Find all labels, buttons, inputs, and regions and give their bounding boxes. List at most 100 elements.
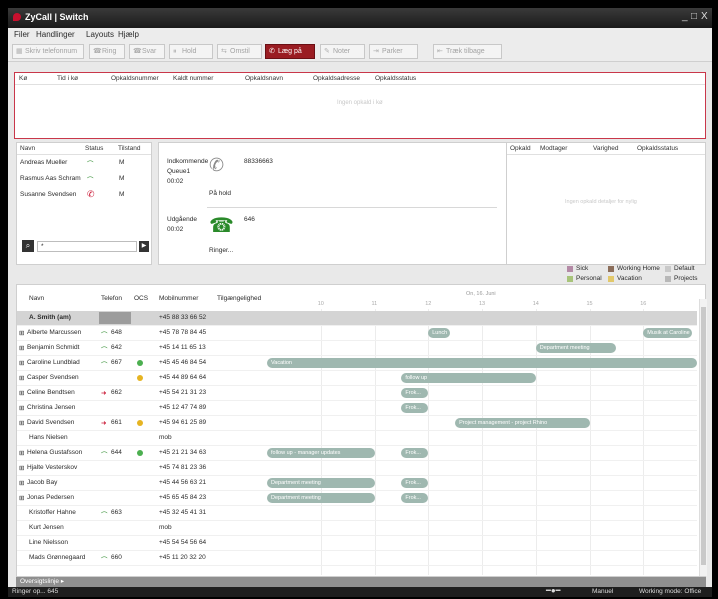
col-header-duration[interactable]: Varighed <box>593 145 619 152</box>
user-search-input[interactable]: * <box>37 241 137 252</box>
grid-header-name[interactable]: Navn <box>29 295 44 302</box>
col-header-called-number[interactable]: Kaldt nummer <box>173 75 213 82</box>
mobile-number[interactable]: +45 65 45 84 23 <box>159 494 206 501</box>
status-working-mode[interactable]: Working mode: Office <box>639 588 701 595</box>
col-header-state[interactable]: Tilstand <box>118 145 141 152</box>
expand-icon[interactable]: ⊞ <box>19 449 24 457</box>
phone-extension[interactable]: 642 <box>111 344 122 351</box>
availability-bar[interactable]: Lunch <box>428 328 450 338</box>
availability-bar[interactable]: Frok... <box>401 493 429 503</box>
mobile-number[interactable]: mob <box>159 434 172 441</box>
table-row[interactable]: ⊞ Hjalte Vesterskov +45 74 81 23 36 <box>17 461 697 476</box>
retrieve-button[interactable]: ⇤ Træk tilbage <box>433 44 502 59</box>
scrollbar-thumb[interactable] <box>701 307 706 565</box>
outgoing-number[interactable]: 646 <box>244 216 255 223</box>
answer-button[interactable]: ☎Svar <box>129 44 165 59</box>
col-header-caller-address[interactable]: Opkaldsadresse <box>313 75 360 82</box>
table-row[interactable]: ⊞ Jacob Bay +45 44 56 63 21 Department meet… <box>17 476 697 491</box>
search-go-icon[interactable]: ▶ <box>139 241 149 252</box>
mobile-number[interactable]: +45 45 46 84 54 <box>159 359 206 366</box>
availability-bar[interactable]: follow up - manager updates <box>267 448 375 458</box>
table-row[interactable]: Kurt Jensen mob <box>17 521 697 536</box>
transfer-button[interactable]: ⇆ Omstil <box>217 44 262 59</box>
mobile-number[interactable]: +45 44 56 63 21 <box>159 479 206 486</box>
phone-extension[interactable]: 663 <box>111 509 122 516</box>
mobile-number[interactable]: +45 54 21 31 23 <box>159 389 206 396</box>
col-header-call[interactable]: Opkald <box>510 145 531 152</box>
col-header-caller-number[interactable]: Opkaldsnummer <box>111 75 159 82</box>
expand-icon[interactable]: ⊞ <box>19 404 24 412</box>
hold-button[interactable]: ⏸ Hold <box>169 44 213 59</box>
table-row[interactable]: ⊞ Caroline Lundblad ⌒ 667 +45 45 46 84 54 Vac… <box>17 356 697 371</box>
menu-handlinger[interactable]: Handlinger <box>36 30 75 39</box>
table-row[interactable]: Hans Nielsen mob <box>17 431 697 446</box>
availability-bar[interactable]: Department meeting <box>267 493 375 503</box>
mobile-number[interactable]: +45 94 61 25 89 <box>159 419 206 426</box>
availability-bar[interactable]: Department meeting <box>535 343 617 353</box>
expand-icon[interactable]: ⊞ <box>19 359 24 367</box>
mobile-number[interactable]: +45 54 54 56 64 <box>159 539 206 546</box>
mobile-number[interactable]: +45 44 89 64 64 <box>159 374 206 381</box>
mobile-number[interactable]: +45 32 45 41 31 <box>159 509 206 516</box>
phone-extension[interactable]: 660 <box>111 554 122 561</box>
search-icon[interactable]: ⌕ <box>22 240 34 252</box>
status-mode[interactable]: Manuel <box>592 588 613 595</box>
mobile-number[interactable]: +45 11 20 32 20 <box>159 554 206 561</box>
expand-icon[interactable]: ⊞ <box>19 389 24 397</box>
table-row[interactable]: ⊞ Christina Jensen +45 12 47 74 89 Frok... <box>17 401 697 416</box>
menu-filer[interactable]: Filer <box>14 30 30 39</box>
menu-layouts[interactable]: Layouts <box>86 30 114 39</box>
phone-extension[interactable]: 667 <box>111 359 122 366</box>
col-header-caller-name[interactable]: Opkaldsnavn <box>245 75 283 82</box>
grid-header-ocs[interactable]: OCS <box>134 295 148 302</box>
col-header-call-status[interactable]: Opkaldsstatus <box>375 75 416 82</box>
group-row[interactable]: A. Smith (am) +45 88 33 66 52 <box>17 311 697 326</box>
table-row[interactable]: ⊞ Celine Bendtsen ➜ 662 +45 54 21 31 23 Frok.… <box>17 386 697 401</box>
table-row[interactable]: ⊞ Casper Svendsen +45 44 89 64 64 follow up <box>17 371 697 386</box>
mobile-number[interactable]: +45 14 11 65 13 <box>159 344 206 351</box>
grid-scrollbar[interactable] <box>699 299 707 576</box>
mobile-number[interactable]: +45 12 47 74 89 <box>159 404 206 411</box>
col-header-call-status[interactable]: Opkaldsstatus <box>637 145 678 152</box>
expand-icon[interactable]: ⊞ <box>19 329 24 337</box>
close-button[interactable]: X <box>701 11 708 22</box>
ring-button[interactable]: ☎Ring <box>89 44 125 59</box>
phone-extension[interactable]: 648 <box>111 329 122 336</box>
phone-extension[interactable]: 661 <box>111 419 122 426</box>
table-row[interactable]: ⊞ Jonas Pedersen +45 65 45 84 23 Department… <box>17 491 697 506</box>
grid-header-mobile[interactable]: Mobilnummer <box>159 295 198 302</box>
mobile-number[interactable]: +45 78 78 84 45 <box>159 329 206 336</box>
table-row[interactable]: Line Nielsson +45 54 54 56 64 <box>17 536 697 551</box>
col-header-recipient[interactable]: Modtager <box>540 145 567 152</box>
mobile-number[interactable]: +45 21 21 34 63 <box>159 449 206 456</box>
availability-bar[interactable]: Frok... <box>401 403 429 413</box>
incoming-number[interactable]: 88336663 <box>244 158 273 165</box>
expand-icon[interactable]: ⊞ <box>19 464 24 472</box>
menu-hjaelp[interactable]: Hjælp <box>118 30 139 39</box>
availability-bar[interactable]: Musik at Caroline <box>643 328 692 338</box>
availability-bar[interactable]: Project management - project Rhino <box>455 418 590 428</box>
expand-icon[interactable]: ⊞ <box>19 374 24 382</box>
table-row[interactable]: ⊞ Helena Gustafsson ⌒ 644 +45 21 21 34 63 fol… <box>17 446 697 461</box>
table-row[interactable]: Kristoffer Hahne ⌒ 663 +45 32 45 41 31 <box>17 506 697 521</box>
availability-bar[interactable]: Department meeting <box>267 478 375 488</box>
mobile-number[interactable]: +45 74 81 23 36 <box>159 464 206 471</box>
maximize-button[interactable]: □ <box>691 11 697 22</box>
col-header-time-in-queue[interactable]: Tid i kø <box>57 75 78 82</box>
overview-bar[interactable]: Oversigtslinje ▸ <box>16 577 706 587</box>
availability-bar[interactable]: Frok... <box>401 448 429 458</box>
availability-bar[interactable]: Vacation <box>267 358 697 368</box>
expand-icon[interactable]: ⊞ <box>19 494 24 502</box>
grid-header-phone[interactable]: Telefon <box>101 295 122 302</box>
col-header-queue[interactable]: Kø <box>19 75 27 82</box>
availability-bar[interactable]: Frok... <box>401 478 429 488</box>
expand-icon[interactable]: ⊞ <box>19 479 24 487</box>
phone-extension[interactable]: 662 <box>111 389 122 396</box>
park-button[interactable]: ⇥ Parker <box>369 44 418 59</box>
availability-bar[interactable]: Frok... <box>401 388 429 398</box>
phone-extension[interactable]: 644 <box>111 449 122 456</box>
expand-icon[interactable]: ⊞ <box>19 344 24 352</box>
table-row[interactable]: ⊞ Alberte Marcussen ⌒ 648 +45 78 78 84 45 Lun… <box>17 326 697 341</box>
table-row[interactable]: Mads Grønnegaard ⌒ 660 +45 11 20 32 20 <box>17 551 697 566</box>
hangup-button[interactable]: ✆ Læg på <box>265 44 315 59</box>
